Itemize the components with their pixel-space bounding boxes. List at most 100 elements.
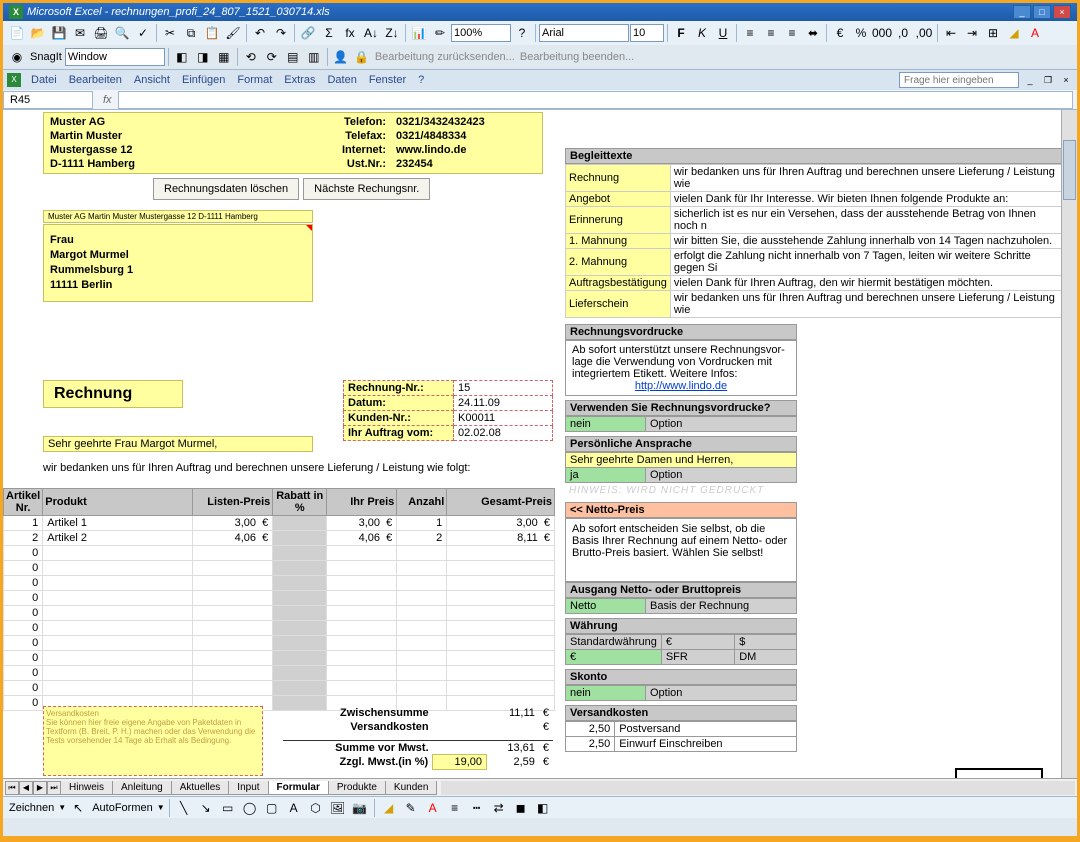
fill-color-icon[interactable]: ◢ <box>1004 23 1024 43</box>
tb-icon-9[interactable]: 🔒 <box>352 47 372 67</box>
align-right-icon[interactable]: ≡ <box>782 23 802 43</box>
begleit-text[interactable]: sicherlich ist es nur ein Versehen, dass… <box>670 207 1062 234</box>
menu-hilfe[interactable]: ? <box>412 72 430 88</box>
spell-icon[interactable]: ✓ <box>133 23 153 43</box>
tab-kunden[interactable]: Kunden <box>385 781 437 795</box>
ansprache-text[interactable]: Sehr geehrte Damen und Herren, <box>566 453 797 468</box>
tab-aktuelles[interactable]: Aktuelles <box>171 781 230 795</box>
menu-format[interactable]: Format <box>231 72 278 88</box>
table-row[interactable]: 0 <box>4 651 555 666</box>
3d-icon[interactable]: ◧ <box>533 798 553 818</box>
date-value[interactable]: 24.11.09 <box>454 396 553 411</box>
tab-first-button[interactable]: ⏮ <box>5 781 19 795</box>
currency-icon[interactable]: € <box>830 23 850 43</box>
verwenden-value[interactable]: nein <box>566 417 646 432</box>
dec-inc-icon[interactable]: ,0 <box>893 23 913 43</box>
font-color-icon[interactable]: A <box>1025 23 1045 43</box>
begleit-key[interactable]: 1. Mahnung <box>566 234 671 249</box>
menu-fenster[interactable]: Fenster <box>363 72 412 88</box>
copy-icon[interactable]: ⧉ <box>181 23 201 43</box>
table-row[interactable]: 0 <box>4 576 555 591</box>
menu-datei[interactable]: Datei <box>25 72 63 88</box>
waehrung-dm[interactable]: DM <box>735 650 797 665</box>
begleit-key[interactable]: Rechnung <box>566 165 671 192</box>
font-color-draw-icon[interactable]: A <box>423 798 443 818</box>
waehrung-sfr[interactable]: SFR <box>661 650 734 665</box>
begleit-key[interactable]: Auftragsbestätigung <box>566 276 671 291</box>
greeting-cell[interactable]: Sehr geehrte Frau Margot Murmel, <box>43 436 313 452</box>
save-icon[interactable]: 💾 <box>49 23 69 43</box>
line-icon[interactable]: ╲ <box>174 798 194 818</box>
cell-ip[interactable]: 4,06 € <box>327 531 397 546</box>
skonto-value[interactable]: nein <box>566 686 646 701</box>
line-style-icon[interactable]: ≡ <box>445 798 465 818</box>
paste-icon[interactable]: 📋 <box>202 23 222 43</box>
picture-icon[interactable]: 📷 <box>350 798 370 818</box>
tb-icon-3[interactable]: ▦ <box>214 47 234 67</box>
clear-invoice-button[interactable]: Rechnungsdaten löschen <box>153 178 299 200</box>
cut-icon[interactable]: ✂ <box>160 23 180 43</box>
tb-icon-5[interactable]: ⟳ <box>262 47 282 67</box>
excel-doc-icon[interactable]: X <box>7 73 21 87</box>
arrow-icon[interactable]: ↘ <box>196 798 216 818</box>
table-row[interactable]: 0 <box>4 621 555 636</box>
tb-icon-7[interactable]: ▥ <box>304 47 324 67</box>
tb-icon-6[interactable]: ▤ <box>283 47 303 67</box>
begleit-key[interactable]: Angebot <box>566 192 671 207</box>
skonto-option[interactable]: Option <box>646 686 797 701</box>
table-row[interactable]: 1 Artikel 1 3,00 € 3,00 € 1 3,00 € <box>4 516 555 531</box>
snagit-icon[interactable]: ◉ <box>7 47 27 67</box>
customer-nr-value[interactable]: K00011 <box>454 411 553 426</box>
begleit-text[interactable]: wir bedanken uns für Ihren Auftrag und b… <box>670 291 1062 318</box>
rect-icon[interactable]: ▭ <box>218 798 238 818</box>
link-icon[interactable]: 🔗 <box>298 23 318 43</box>
next-invoice-nr-button[interactable]: Nächste Rechungsnr. <box>303 178 430 200</box>
drawing-icon[interactable]: ✏ <box>430 23 450 43</box>
waehrung-selected[interactable]: € <box>566 650 662 665</box>
begleit-text[interactable]: erfolgt die Zahlung nicht innerhalb von … <box>670 249 1062 276</box>
ask-question-input[interactable] <box>899 72 1019 88</box>
begleit-key[interactable]: Lieferschein <box>566 291 671 318</box>
tb-icon-8[interactable]: 👤 <box>331 47 351 67</box>
close-button[interactable]: × <box>1053 5 1071 19</box>
zoom-combo[interactable] <box>451 24 511 42</box>
preview-icon[interactable]: 🔍 <box>112 23 132 43</box>
redo-icon[interactable]: ↷ <box>271 23 291 43</box>
diagram-icon[interactable]: ⬡ <box>306 798 326 818</box>
netto-basis[interactable]: Basis der Rechnung <box>646 599 797 614</box>
tb-icon-1[interactable]: ◧ <box>172 47 192 67</box>
begleit-text[interactable]: wir bedanken uns für Ihren Auftrag und b… <box>670 165 1062 192</box>
ansprache-option[interactable]: Option <box>646 468 797 483</box>
cell-lp[interactable]: 3,00 € <box>193 516 273 531</box>
cell-prod[interactable]: Artikel 2 <box>43 531 193 546</box>
new-icon[interactable]: 📄 <box>7 23 27 43</box>
vertical-scrollbar[interactable] <box>1061 110 1077 778</box>
cell-qty[interactable]: 1 <box>397 516 447 531</box>
name-box[interactable] <box>3 91 93 109</box>
oval-icon[interactable]: ◯ <box>240 798 260 818</box>
dec-dec-icon[interactable]: ,00 <box>914 23 934 43</box>
table-row[interactable]: 0 <box>4 561 555 576</box>
dash-style-icon[interactable]: ┅ <box>467 798 487 818</box>
indent-inc-icon[interactable]: ⇥ <box>962 23 982 43</box>
begleit-key[interactable]: 2. Mahnung <box>566 249 671 276</box>
ansprache-value[interactable]: ja <box>566 468 646 483</box>
doc-restore-button[interactable]: ❐ <box>1041 73 1055 87</box>
print-icon[interactable]: 🖨 <box>91 23 111 43</box>
snagit-mode-combo[interactable] <box>65 48 165 66</box>
tab-prev-button[interactable]: ◀ <box>19 781 33 795</box>
vat-percent[interactable]: 19,00 <box>433 755 487 770</box>
netto-value[interactable]: Netto <box>566 599 646 614</box>
verwenden-option[interactable]: Option <box>646 417 797 432</box>
borders-icon[interactable]: ⊞ <box>983 23 1003 43</box>
tb-icon-2[interactable]: ◨ <box>193 47 213 67</box>
fx-icon[interactable]: fx <box>340 23 360 43</box>
table-row[interactable]: 0 <box>4 606 555 621</box>
textbox-icon[interactable]: ▢ <box>262 798 282 818</box>
cell-nr[interactable]: 2 <box>4 531 43 546</box>
help-icon[interactable]: ? <box>512 23 532 43</box>
line-color-icon[interactable]: ✎ <box>401 798 421 818</box>
tab-produkte[interactable]: Produkte <box>328 781 386 795</box>
align-center-icon[interactable]: ≡ <box>761 23 781 43</box>
waehrung-usd[interactable]: $ <box>735 635 797 650</box>
